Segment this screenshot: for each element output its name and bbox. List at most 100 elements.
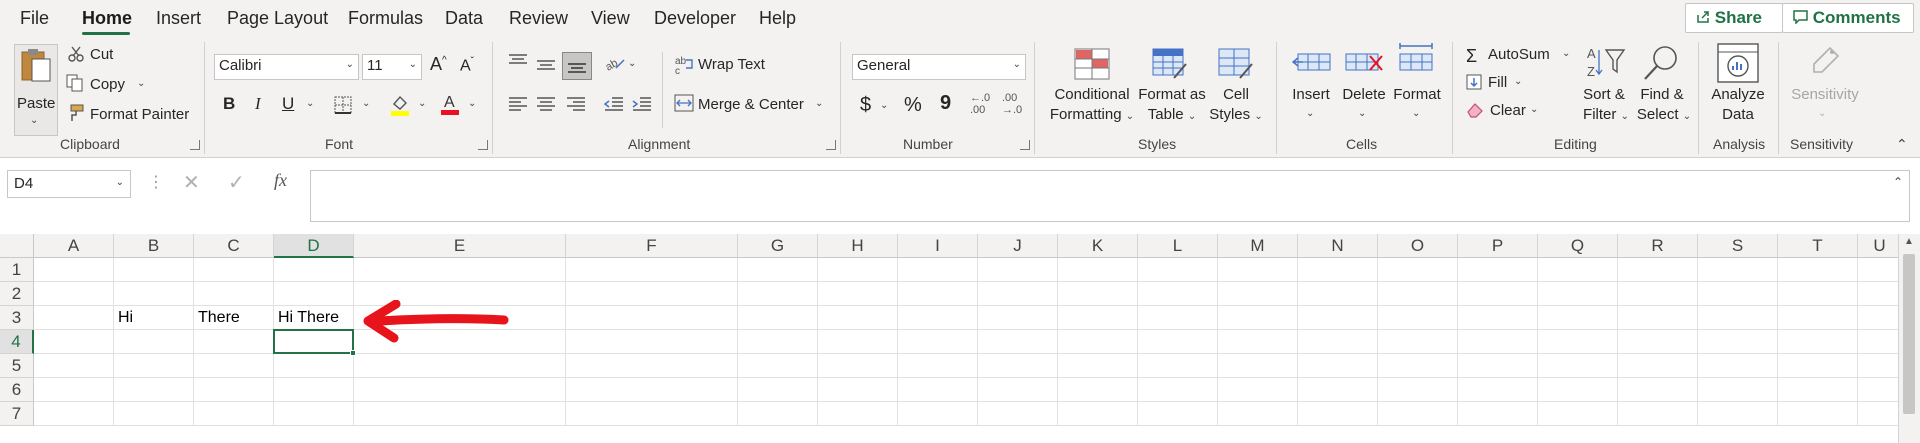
tab-file[interactable]: File <box>20 8 49 29</box>
increase-decimal-button[interactable]: ←.0 .00 <box>970 92 996 116</box>
conditional-formatting-button[interactable]: Conditional <box>1048 86 1136 103</box>
merge-center-button[interactable]: Merge & Center <box>698 96 804 113</box>
clear-button[interactable]: Clear <box>1490 102 1526 119</box>
currency-button[interactable]: $ <box>860 94 871 117</box>
column-header-o[interactable]: O <box>1378 234 1458 258</box>
number-launcher-icon[interactable] <box>1020 140 1030 150</box>
font-color-dropdown-icon[interactable]: ⌄ <box>468 98 476 109</box>
tab-formulas[interactable]: Formulas <box>348 8 423 29</box>
tab-home[interactable]: Home <box>82 8 132 29</box>
cancel-icon[interactable]: ✕ <box>183 170 200 195</box>
bold-button[interactable]: B <box>223 94 235 114</box>
fill-color-dropdown-icon[interactable]: ⌄ <box>418 98 426 109</box>
column-header-j[interactable]: J <box>978 234 1058 258</box>
row-header-5[interactable]: 5 <box>0 354 34 378</box>
column-header-q[interactable]: Q <box>1538 234 1618 258</box>
increase-indent-icon[interactable] <box>632 96 652 112</box>
comments-button[interactable]: Comments <box>1782 3 1914 33</box>
find-select-button[interactable]: Find & <box>1634 86 1690 103</box>
scrollbar-thumb[interactable] <box>1903 254 1915 414</box>
vertical-scrollbar[interactable]: ▲ <box>1898 234 1920 443</box>
collapse-ribbon-icon[interactable]: ⌃ <box>1896 136 1908 153</box>
row-header-4[interactable]: 4 <box>0 330 34 354</box>
tab-developer[interactable]: Developer <box>654 8 736 29</box>
cut-button[interactable]: Cut <box>90 46 113 63</box>
insert-function-icon[interactable]: fx <box>274 170 287 191</box>
worksheet-grid[interactable]: A B C D E F G H I J K L M N O P Q R S T U 1 2 3 4 5 6 7 Hi There Hi Th… <box>0 234 1902 443</box>
fill-button[interactable]: Fill <box>1488 74 1507 91</box>
cell-c3[interactable]: There <box>198 309 240 327</box>
column-header-c[interactable]: C <box>194 234 274 258</box>
increase-font-size-button[interactable]: A^ <box>430 54 447 75</box>
scroll-up-icon[interactable]: ▲ <box>1904 236 1914 247</box>
decrease-indent-icon[interactable] <box>604 96 624 112</box>
paste-button[interactable]: Paste ⌄ <box>14 44 58 136</box>
autosum-dropdown-icon[interactable]: ⌄ <box>1562 48 1570 59</box>
column-header-p[interactable]: P <box>1458 234 1538 258</box>
font-size-select[interactable]: 11 ⌄ <box>362 54 422 80</box>
column-header-s[interactable]: S <box>1698 234 1778 258</box>
tab-page-layout[interactable]: Page Layout <box>227 8 328 29</box>
align-top-icon[interactable] <box>508 54 528 70</box>
active-cell-outline[interactable] <box>273 329 354 354</box>
column-header-a[interactable]: A <box>34 234 114 258</box>
delete-dropdown-icon[interactable]: ⌄ <box>1358 108 1366 119</box>
row-header-2[interactable]: 2 <box>0 282 34 306</box>
cell-d3[interactable]: Hi There <box>278 309 339 327</box>
merge-dropdown-icon[interactable]: ⌄ <box>815 98 823 109</box>
column-header-k[interactable]: K <box>1058 234 1138 258</box>
font-launcher-icon[interactable] <box>478 140 488 150</box>
delete-cells-button[interactable]: Delete <box>1336 86 1392 103</box>
formula-input[interactable]: ⌃ <box>310 170 1910 222</box>
column-header-l[interactable]: L <box>1138 234 1218 258</box>
select-all-corner[interactable] <box>0 234 34 258</box>
column-header-u[interactable]: U <box>1858 234 1902 258</box>
tab-review[interactable]: Review <box>509 8 568 29</box>
fill-color-icon[interactable] <box>390 94 410 116</box>
share-button[interactable]: Share <box>1685 3 1783 33</box>
underline-dropdown-icon[interactable]: ⌄ <box>306 98 314 109</box>
row-header-7[interactable]: 7 <box>0 402 34 426</box>
tab-help[interactable]: Help <box>759 8 796 29</box>
cell-b3[interactable]: Hi <box>118 309 133 327</box>
row-header-6[interactable]: 6 <box>0 378 34 402</box>
fill-handle[interactable] <box>350 350 356 356</box>
autosum-button[interactable]: AutoSum <box>1488 46 1550 63</box>
comma-style-button[interactable]: 9 <box>940 92 951 115</box>
column-header-h[interactable]: H <box>818 234 898 258</box>
tab-insert[interactable]: Insert <box>156 8 201 29</box>
fill-dropdown-icon[interactable]: ⌄ <box>1514 76 1522 87</box>
tab-data[interactable]: Data <box>445 8 483 29</box>
column-header-r[interactable]: R <box>1618 234 1698 258</box>
borders-dropdown-icon[interactable]: ⌄ <box>362 98 370 109</box>
copy-dropdown-icon[interactable]: ⌄ <box>137 78 145 89</box>
insert-dropdown-icon[interactable]: ⌄ <box>1306 108 1314 119</box>
underline-button[interactable]: U <box>282 94 294 114</box>
font-color-icon[interactable]: A <box>440 92 460 116</box>
align-bottom-button[interactable] <box>562 52 592 80</box>
column-header-m[interactable]: M <box>1218 234 1298 258</box>
sensitivity-button[interactable]: Sensitivity <box>1786 86 1864 103</box>
expand-formula-bar-icon[interactable]: ⌃ <box>1893 175 1903 189</box>
analyze-data-button[interactable]: Analyze <box>1706 86 1770 103</box>
insert-cells-button[interactable]: Insert <box>1284 86 1338 103</box>
align-right-icon[interactable] <box>566 96 586 112</box>
sort-filter-button[interactable]: Sort & <box>1578 86 1630 103</box>
format-cells-button[interactable]: Format <box>1388 86 1446 103</box>
name-box[interactable]: D4 ⌄ <box>7 170 131 198</box>
italic-button[interactable]: I <box>255 94 261 114</box>
decrease-font-size-button[interactable]: Aˇ <box>460 56 474 75</box>
column-header-b[interactable]: B <box>114 234 194 258</box>
copy-button[interactable]: Copy <box>90 76 125 93</box>
align-left-icon[interactable] <box>508 96 528 112</box>
tab-view[interactable]: View <box>591 8 630 29</box>
column-header-g[interactable]: G <box>738 234 818 258</box>
column-header-e[interactable]: E <box>354 234 566 258</box>
decrease-decimal-button[interactable]: .00 →.0 <box>1002 92 1028 116</box>
font-name-select[interactable]: Calibri ⌄ <box>214 54 359 80</box>
column-header-d[interactable]: D <box>274 234 354 258</box>
column-header-t[interactable]: T <box>1778 234 1858 258</box>
clear-dropdown-icon[interactable]: ⌄ <box>1530 104 1538 115</box>
format-painter-button[interactable]: Format Painter <box>90 106 189 123</box>
align-middle-icon[interactable] <box>536 58 556 74</box>
